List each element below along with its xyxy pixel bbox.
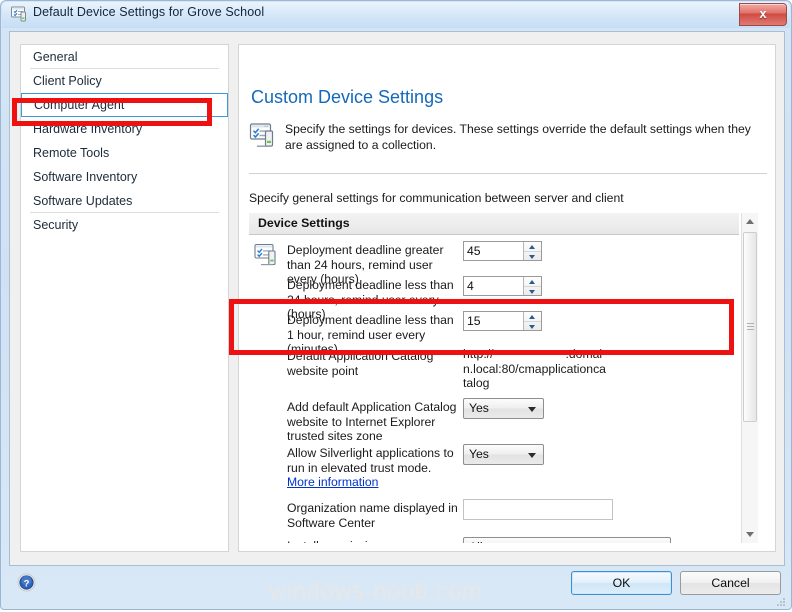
- sidebar-item-label: Hardware Inventory: [33, 122, 143, 136]
- row-control: 45: [463, 241, 542, 261]
- row-label: Organization name displayed in Software …: [287, 501, 458, 530]
- row-label-text: Allow Silverlight applications to run in…: [287, 446, 454, 475]
- sidebar-item-security[interactable]: Security: [21, 213, 228, 237]
- sidebar-item-hardware-inventory[interactable]: Hardware Inventory: [21, 117, 228, 141]
- settings-category-list[interactable]: General Client Policy Computer Agent Har…: [20, 44, 229, 552]
- spinner-buttons[interactable]: [523, 277, 541, 295]
- page-title: Custom Device Settings: [251, 87, 444, 107]
- deployment-deadline-lt-1h-spinner[interactable]: 15: [463, 311, 542, 331]
- device-settings-icon: [249, 122, 279, 150]
- more-information-link[interactable]: More information: [287, 475, 378, 489]
- device-settings-grid: Device Settings Deployment deadline grea…: [249, 213, 767, 543]
- ok-button[interactable]: OK: [571, 571, 672, 595]
- table-row: Install permissions All users: [249, 537, 739, 543]
- sidebar-item-label: Remote Tools: [33, 146, 110, 160]
- sidebar-item-computer-agent[interactable]: Computer Agent: [21, 93, 228, 117]
- dialog-client-area: General Client Policy Computer Agent Har…: [9, 31, 785, 566]
- sidebar-item-general[interactable]: General: [21, 45, 228, 69]
- row-control: 4: [463, 276, 542, 296]
- deployment-deadline-gt-24h-spinner[interactable]: 45: [463, 241, 542, 261]
- row-control: [463, 499, 613, 520]
- grid-rows: Deployment deadline greater than 24 hour…: [249, 235, 739, 543]
- grid-header-label: Device Settings: [258, 216, 350, 230]
- device-settings-icon: [10, 5, 28, 23]
- table-row: Add default Application Catalog website …: [249, 398, 739, 444]
- table-row: Organization name displayed in Software …: [249, 499, 739, 535]
- chevron-down-icon: [528, 453, 536, 458]
- section-note: Specify general settings for communicati…: [249, 191, 624, 205]
- row-control: Yes: [463, 444, 544, 465]
- close-button[interactable]: x: [739, 3, 787, 26]
- deployment-deadline-lt-24h-spinner[interactable]: 4: [463, 276, 542, 296]
- spinner-up-icon[interactable]: [524, 312, 541, 321]
- spinner-up-icon[interactable]: [524, 277, 541, 286]
- close-icon: x: [759, 6, 767, 21]
- row-control: Yes: [463, 398, 544, 419]
- cancel-button[interactable]: Cancel: [680, 571, 781, 595]
- spinner-value: 15: [467, 314, 481, 328]
- spinner-down-icon[interactable]: [524, 286, 541, 296]
- spinner-up-icon[interactable]: [524, 242, 541, 251]
- spinner-buttons[interactable]: [523, 312, 541, 330]
- chevron-down-icon: [528, 407, 536, 412]
- sidebar-item-remote-tools[interactable]: Remote Tools: [21, 141, 228, 165]
- scrollbar-thumb[interactable]: [743, 232, 757, 422]
- device-settings-icon: [254, 243, 282, 269]
- table-row: Deployment deadline less than 24 hours, …: [249, 276, 739, 321]
- table-row: Allow Silverlight applications to run in…: [249, 444, 739, 490]
- scrollbar-grip: [747, 323, 754, 331]
- organization-name-input[interactable]: [463, 499, 613, 520]
- sidebar-item-software-inventory[interactable]: Software Inventory: [21, 165, 228, 189]
- sidebar-item-label: Software Updates: [33, 194, 133, 208]
- silverlight-elevated-trust-dropdown[interactable]: Yes: [463, 444, 544, 465]
- settings-detail-pane: Custom Device Settings Specify the setti: [238, 44, 776, 552]
- dropdown-value: Yes: [469, 447, 489, 461]
- table-row: Deployment deadline greater than 24 hour…: [249, 241, 739, 286]
- row-label: Add default Application Catalog website …: [287, 400, 457, 443]
- trusted-sites-zone-dropdown[interactable]: Yes: [463, 398, 544, 419]
- watermark: windows-noob.com: [269, 578, 483, 605]
- row-label: Allow Silverlight applications to run in…: [287, 446, 459, 490]
- page-description: Specify the settings for devices. These …: [285, 122, 751, 152]
- row-control: http://.domain.local:80/cmapplicationcat…: [463, 347, 609, 391]
- table-row: Default Application Catalog website poin…: [249, 347, 739, 393]
- title-bar: Default Device Settings for Grove School…: [1, 1, 792, 29]
- spinner-buttons[interactable]: [523, 242, 541, 260]
- svg-text:?: ?: [24, 578, 30, 589]
- table-row: Deployment deadline less than 1 hour, re…: [249, 311, 739, 356]
- dropdown-value: All users: [469, 540, 516, 543]
- row-label: Default Application Catalog website poin…: [287, 349, 434, 378]
- install-permissions-dropdown[interactable]: All users: [463, 537, 671, 543]
- application-catalog-url: http://.domain.local:80/cmapplicationcat…: [463, 347, 609, 391]
- grid-vertical-scrollbar[interactable]: [741, 213, 758, 543]
- sidebar-item-label: Software Inventory: [33, 170, 138, 184]
- dialog-window: Default Device Settings for Grove School…: [0, 0, 792, 610]
- scroll-up-icon[interactable]: [742, 213, 758, 230]
- help-icon[interactable]: ?: [17, 573, 36, 592]
- spinner-value: 45: [467, 244, 481, 258]
- scroll-down-icon[interactable]: [742, 526, 758, 543]
- row-control: 15: [463, 311, 542, 331]
- dropdown-value: Yes: [469, 401, 489, 415]
- grid-header: Device Settings: [249, 213, 739, 235]
- window-title: Default Device Settings for Grove School: [33, 5, 265, 19]
- spinner-down-icon[interactable]: [524, 251, 541, 261]
- sidebar-item-label: General: [33, 50, 78, 64]
- row-control: All users: [463, 537, 671, 543]
- sidebar-item-label: Client Policy: [33, 74, 102, 88]
- spinner-down-icon[interactable]: [524, 321, 541, 331]
- sidebar-item-client-policy[interactable]: Client Policy: [21, 69, 228, 93]
- spinner-value: 4: [467, 279, 474, 293]
- row-label: Install permissions: [287, 539, 459, 543]
- sidebar-item-software-updates[interactable]: Software Updates: [21, 189, 228, 213]
- url-prefix: http://: [463, 347, 494, 361]
- resize-grip[interactable]: [775, 594, 786, 606]
- sidebar-item-label: Security: [33, 218, 79, 232]
- divider: [249, 173, 767, 174]
- sidebar-item-label: Computer Agent: [34, 98, 125, 112]
